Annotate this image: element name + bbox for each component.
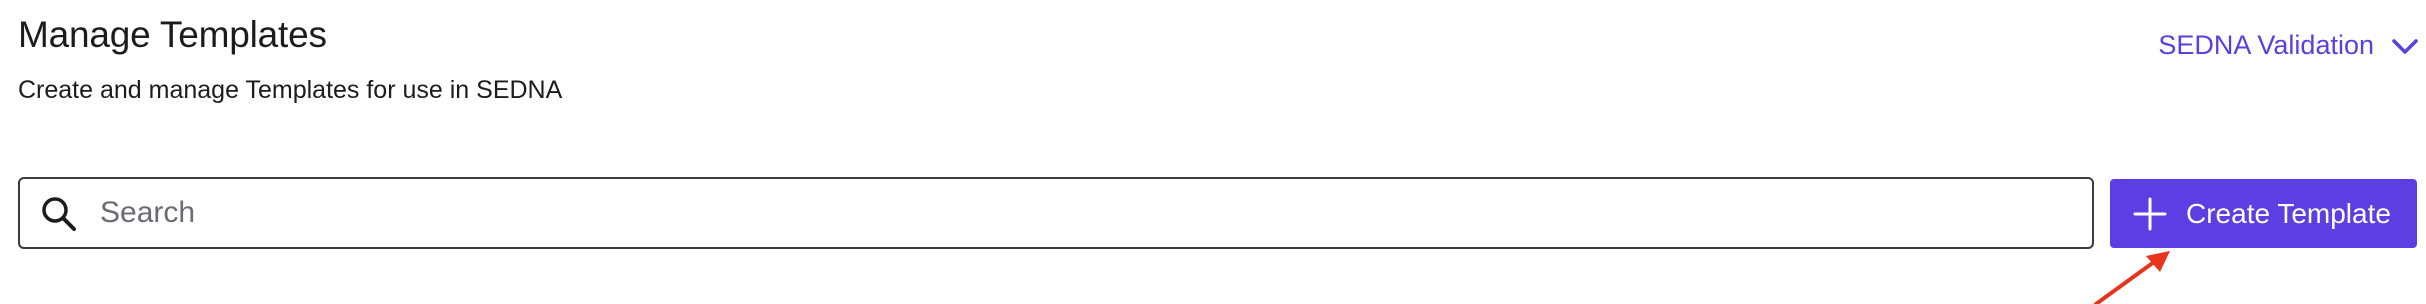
create-template-label: Create Template: [2186, 197, 2391, 229]
workspace-switcher[interactable]: SEDNA Validation: [2158, 30, 2420, 61]
plus-icon: [2133, 197, 2167, 230]
page-subtitle: Create and manage Templates for use in S…: [18, 76, 563, 104]
workspace-label: SEDNA Validation: [2158, 30, 2374, 60]
chevron-down-icon: [2392, 38, 2418, 54]
create-template-button[interactable]: Create Template: [2110, 179, 2417, 248]
manage-templates-page: Manage Templates Create and manage Templ…: [0, 0, 2426, 304]
search-icon: [42, 197, 76, 231]
arrow-icon: [2094, 251, 2170, 304]
page-title: Manage Templates: [18, 14, 327, 55]
search-input[interactable]: [100, 179, 2080, 247]
search-box[interactable]: [18, 177, 2094, 249]
